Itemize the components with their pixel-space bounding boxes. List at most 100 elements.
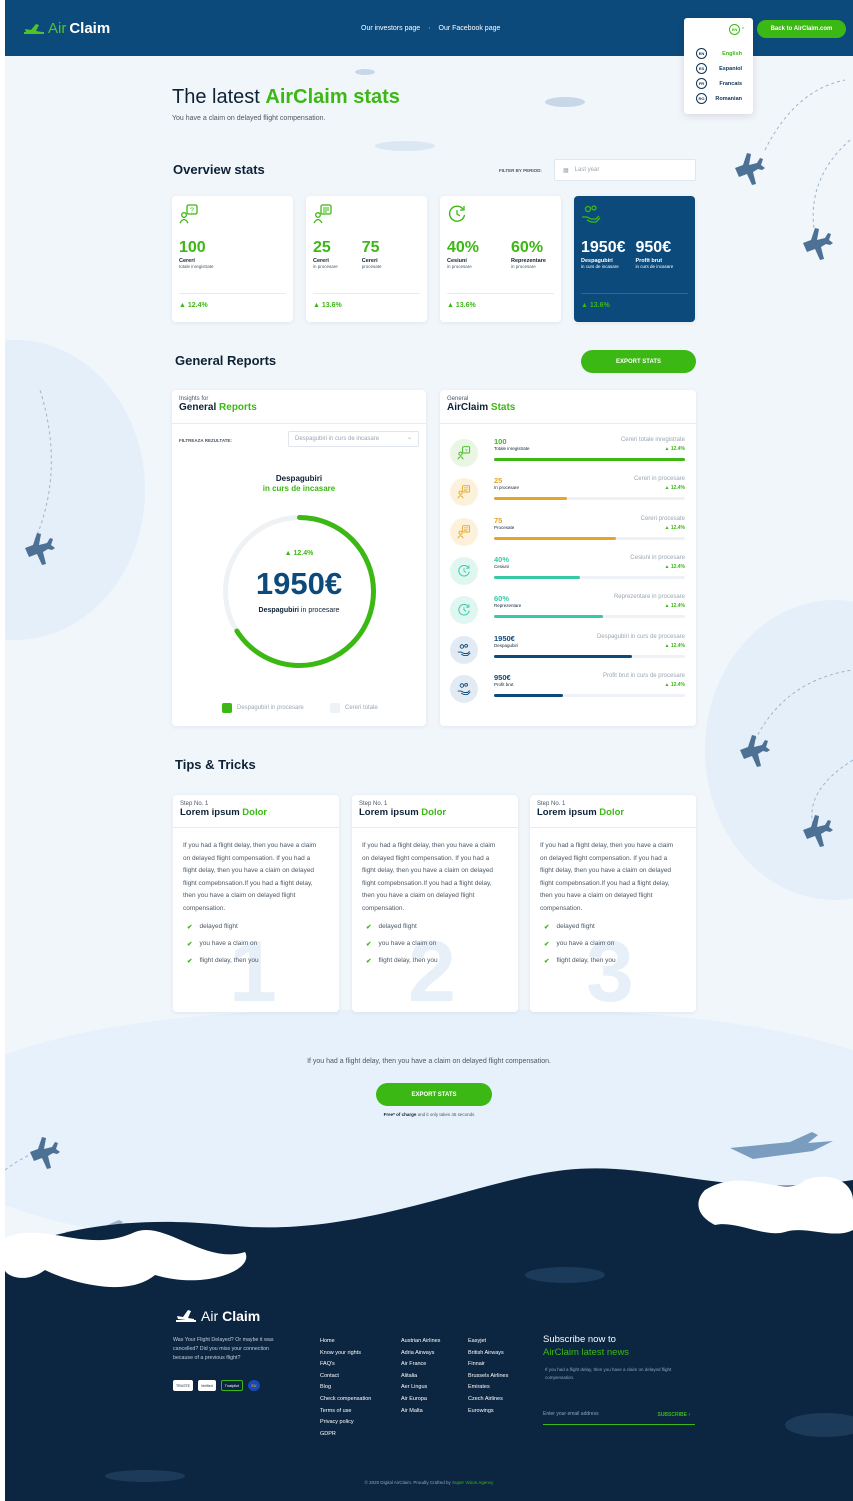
row-label: Despagubiri: [494, 642, 519, 648]
language-dropdown: EN ^ EN English ES Espaniol FR Francais RO R…: [684, 18, 753, 114]
footer-link[interactable]: Brussels Airlines: [468, 1371, 508, 1383]
row-label: Reprezentare: [494, 603, 522, 609]
subscribe-text: If you had a flight delay, then you have…: [545, 1367, 672, 1380]
stats-row: 40% Cesiuni Cesiuni in procesare ▲ 12.4%: [450, 553, 690, 589]
check-icon: ✔: [544, 941, 550, 948]
footer-links-airlines-2: Easyjet British Airways Finnair Brussels Ai…: [468, 1336, 508, 1417]
footer-link[interactable]: Czech Airlines: [468, 1394, 508, 1406]
row-label: Cesiuni: [494, 563, 510, 569]
footer-link[interactable]: Austrian Airlines: [401, 1336, 440, 1348]
top-nav: Our investors page · Our Facebook page: [361, 25, 500, 32]
agency-link[interactable]: Super Vision Agency: [452, 1480, 493, 1485]
divider: [440, 423, 696, 424]
subscribe-line1: Subscribe now to: [543, 1334, 616, 1345]
divider: [581, 293, 688, 294]
copyright-text: © 2020 Digital AirClaim. Proudly Crafted…: [364, 1480, 452, 1485]
footer-link[interactable]: Emirates: [468, 1382, 508, 1394]
row-trend-value: 12.4%: [670, 642, 685, 649]
gauge-trend-value: 12.4%: [293, 550, 314, 557]
overview-title: Overview stats: [173, 162, 265, 177]
legend-item-requests: Cereri totale: [330, 703, 378, 713]
footer-link[interactable]: Aer Lingus: [401, 1382, 440, 1394]
footer-link[interactable]: Privacy policy: [320, 1417, 371, 1429]
footer-link[interactable]: FAQ's: [320, 1359, 371, 1371]
results-select[interactable]: Despagubiri in curs de incasare ⌄: [288, 431, 419, 447]
stat-sublabel: in curs de incasare: [581, 264, 619, 269]
plane-logo-icon: [176, 1310, 196, 1322]
footer-link[interactable]: Contact: [320, 1371, 371, 1383]
footer-link[interactable]: Air Malta: [401, 1406, 440, 1418]
footer-links-main: Home Know your rights FAQ's Contact Blog Chec…: [320, 1336, 371, 1440]
tip-title-green: Dolor: [242, 807, 268, 818]
footer-link[interactable]: Check compensation: [320, 1394, 371, 1406]
tip-title-green: Dolor: [599, 807, 625, 818]
footer-link[interactable]: Air Europa: [401, 1394, 440, 1406]
subscribe-button[interactable]: SUBSCRIBE ›: [657, 1412, 690, 1418]
row-description: Cereri in procesare: [633, 476, 685, 483]
stat-trend: ▲ 13.6%: [581, 302, 610, 309]
stats-row: 25 In procesare Cereri in procesare ▲ 12…: [450, 474, 690, 510]
row-progress-track: [494, 654, 685, 658]
check-icon: ✔: [544, 958, 550, 965]
footer-link[interactable]: Adria Airways: [401, 1348, 440, 1360]
email-placeholder: Enter your email address: [543, 1411, 599, 1417]
chevron-down-icon: ⌄: [406, 435, 412, 441]
footer-link[interactable]: GDPR: [320, 1429, 371, 1441]
cta-export-stats-button[interactable]: EXPORT STATS: [376, 1083, 492, 1106]
nav-investors-link[interactable]: Our investors page: [361, 25, 420, 32]
row-icon-bubble: [450, 596, 478, 625]
footer-link[interactable]: Terms of use: [320, 1406, 371, 1418]
row-value: 75: [494, 515, 503, 525]
stats-title-green: Stats: [490, 402, 516, 413]
language-option-romanian[interactable]: RO Romanian: [696, 93, 742, 104]
clock-refresh-icon: [457, 564, 471, 578]
tip-checklist: ✔ delayed flight ✔ you have a claim on ✔ flig…: [187, 923, 259, 974]
row-value: 1950€: [494, 633, 515, 643]
row-icon-bubble: [450, 635, 478, 664]
legend-swatch: [330, 703, 340, 713]
filter-period-input[interactable]: ▦ Last year: [554, 159, 696, 181]
tips-title: Tips & Tricks: [175, 757, 256, 772]
insights-header: Insights for General Reports: [179, 396, 257, 413]
email-field[interactable]: Enter your email address SUBSCRIBE ›: [543, 1411, 695, 1425]
trend-value: 13.6%: [589, 302, 610, 309]
stat-sublabel: in curs de incasare: [635, 264, 674, 269]
footer-link[interactable]: Eurowings: [468, 1406, 508, 1418]
row-trend-value: 12.4%: [670, 563, 685, 570]
gauge-label-rest: in procesare: [298, 607, 340, 614]
row-progress-fill: [494, 654, 632, 658]
question-chat-icon: ?: [457, 446, 471, 460]
check-item: ✔ flight delay, then you: [544, 957, 616, 974]
footer-link[interactable]: British Airways: [468, 1348, 508, 1360]
trustpilot-badge: Trustpilot: [220, 1380, 243, 1391]
row-trend: ▲ 12.4%: [664, 563, 685, 570]
language-selector[interactable]: EN ^: [729, 24, 744, 35]
footer-link[interactable]: Air France: [401, 1359, 440, 1371]
language-option-espaniol[interactable]: ES Espaniol: [696, 63, 742, 74]
title-highlight: AirClaim stats: [265, 86, 400, 108]
footer-link[interactable]: Know your rights: [320, 1348, 371, 1360]
footer-logo[interactable]: Air Claim: [175, 1308, 260, 1324]
footer-link[interactable]: Home: [320, 1336, 371, 1348]
footer-link[interactable]: Blog: [320, 1382, 371, 1394]
footer-link[interactable]: Easyjet: [468, 1336, 508, 1348]
language-option-english[interactable]: EN English: [696, 48, 742, 59]
footer-link[interactable]: Finnair: [468, 1359, 508, 1371]
check-text: flight delay, then you: [378, 957, 438, 964]
check-icon: ✔: [187, 941, 193, 948]
language-option-francais[interactable]: FR Francais: [696, 78, 742, 89]
stat-value: 25: [313, 239, 331, 256]
logo-air-text: Air: [48, 20, 67, 37]
back-to-airclaim-button[interactable]: Back to AirClaim.com: [757, 20, 846, 38]
logo[interactable]: Air Claim: [23, 20, 110, 37]
row-icon-bubble: [450, 478, 478, 507]
trust-badges: TRUSTE Verified Trustpilot EU: [173, 1380, 260, 1391]
row-trend-value: 12.4%: [670, 524, 685, 531]
footer-link[interactable]: Alitalia: [401, 1371, 440, 1383]
row-value: 60%: [494, 594, 510, 604]
row-label: Procesate: [494, 524, 515, 530]
check-item: ✔ you have a claim on: [544, 940, 616, 957]
page-title: The latest AirClaim stats: [172, 86, 400, 109]
export-stats-button[interactable]: EXPORT STATS: [581, 350, 696, 373]
nav-facebook-link[interactable]: Our Facebook page: [439, 25, 501, 32]
